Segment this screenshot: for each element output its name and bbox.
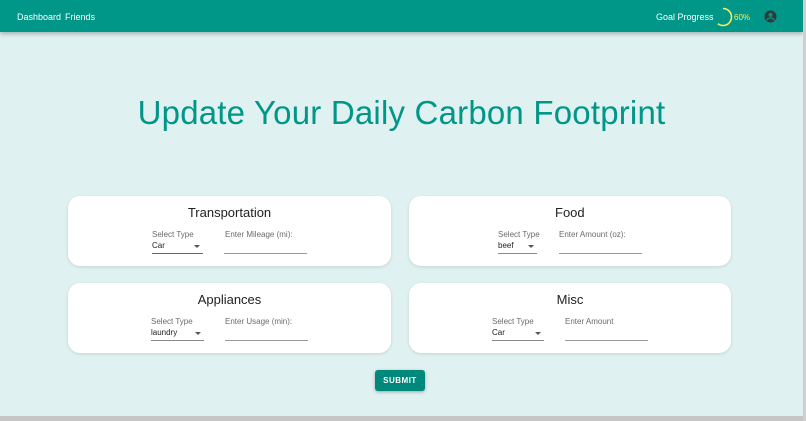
nav-friends-link[interactable]: Friends	[65, 12, 95, 22]
app-bar: Dashboard Friends Goal Progress 60%	[0, 0, 803, 32]
usage-input-label: Enter Usage (min):	[225, 317, 293, 326]
food-type-select[interactable]: beef	[498, 239, 537, 254]
transportation-type-select[interactable]: Car	[152, 239, 203, 254]
chevron-down-icon	[535, 332, 541, 335]
nav-dashboard-link[interactable]: Dashboard	[17, 12, 61, 22]
food-amount-input[interactable]	[559, 239, 642, 254]
mileage-input[interactable]	[224, 239, 307, 254]
mileage-input-label: Enter Mileage (mi):	[225, 230, 293, 239]
goal-progress-percent: 60%	[734, 13, 751, 22]
horizontal-scrollbar[interactable]	[0, 416, 803, 421]
goal-progress-ring	[713, 7, 733, 27]
appliances-title: Appliances	[197, 292, 262, 307]
misc-type-select[interactable]: Car	[492, 326, 544, 341]
chevron-down-icon	[528, 245, 534, 248]
appliances-select-label: Select Type	[151, 317, 193, 326]
misc-amount-input[interactable]	[565, 326, 648, 341]
appliances-card: Appliances Select Type laundry Enter Usa…	[68, 283, 391, 353]
appliances-select-value: laundry	[151, 328, 178, 337]
transportation-card: Transportation Select Type Car Enter Mil…	[68, 196, 391, 266]
transportation-select-value: Car	[152, 241, 165, 250]
food-amount-label: Enter Amount (oz):	[559, 230, 626, 239]
misc-title: Misc	[556, 292, 584, 307]
misc-amount-label: Enter Amount	[565, 317, 614, 326]
chevron-down-icon	[194, 245, 200, 248]
transportation-title: Transportation	[187, 205, 272, 220]
misc-select-label: Select Type	[492, 317, 534, 326]
submit-button[interactable]: SUBMIT	[375, 370, 425, 391]
misc-select-value: Car	[492, 328, 505, 337]
account-circle-icon[interactable]	[764, 10, 777, 23]
food-select-label: Select Type	[498, 230, 540, 239]
transportation-select-label: Select Type	[152, 230, 194, 239]
food-card: Food Select Type beef Enter Amount (oz):	[409, 196, 731, 266]
goal-progress-label: Goal Progress	[656, 12, 714, 22]
appliances-type-select[interactable]: laundry	[151, 326, 204, 341]
chevron-down-icon	[195, 332, 201, 335]
page-title: Update Your Daily Carbon Footprint	[137, 94, 666, 131]
usage-input[interactable]	[225, 326, 308, 341]
misc-card: Misc Select Type Car Enter Amount	[409, 283, 731, 353]
food-title: Food	[555, 205, 585, 220]
food-select-value: beef	[498, 241, 514, 250]
